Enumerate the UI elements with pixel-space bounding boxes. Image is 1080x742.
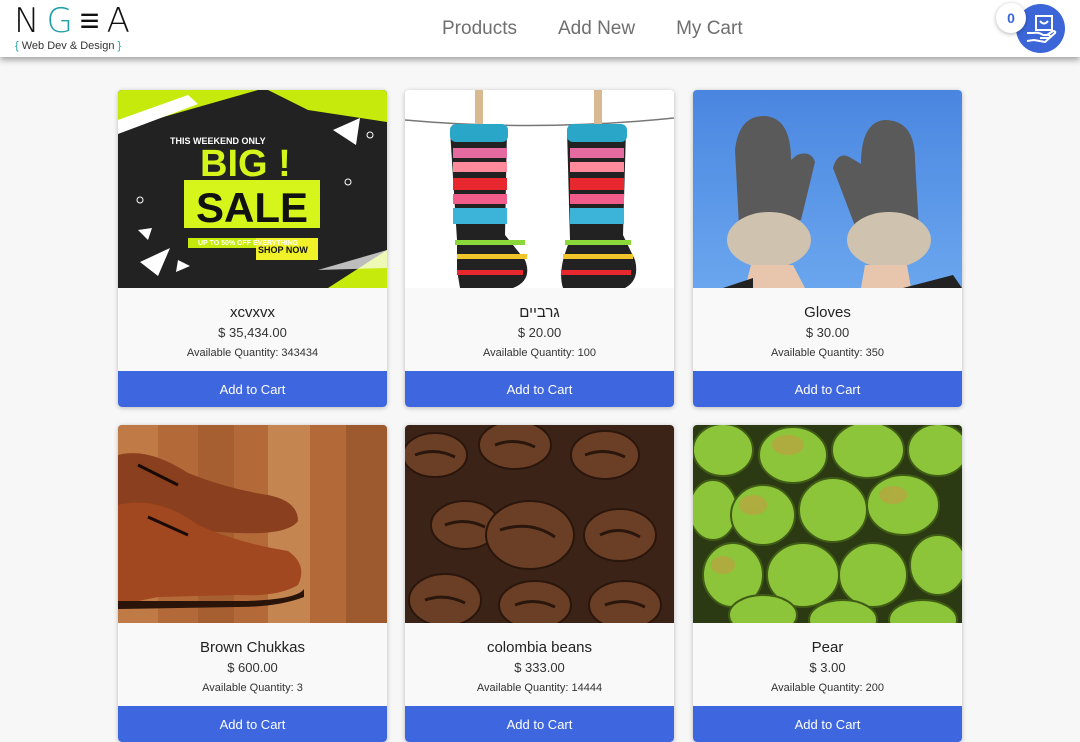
product-quantity: Available Quantity: 343434: [186, 347, 319, 359]
add-to-cart-button[interactable]: Add to Cart: [118, 371, 387, 407]
product-price: $ 20.00: [517, 325, 562, 340]
main-nav: Products Add New My Cart: [442, 18, 784, 40]
nav-my-cart[interactable]: My Cart: [676, 18, 743, 40]
add-to-cart-button[interactable]: Add to Cart: [405, 706, 674, 742]
product-price: $ 35,434.00: [218, 325, 287, 340]
product-quantity: Available Quantity: 200: [771, 682, 884, 694]
logo-wordmark: NG≡A: [14, 1, 137, 41]
product-card: גרביים $ 20.00 Available Quantity: 100 A…: [405, 90, 674, 407]
product-name: Pear: [811, 639, 844, 656]
product-price: $ 30.00: [805, 325, 850, 340]
product-image: [405, 90, 674, 288]
product-image: [693, 90, 962, 288]
product-name: Gloves: [804, 304, 851, 321]
product-quantity: Available Quantity: 100: [483, 347, 596, 359]
product-image: [118, 425, 387, 623]
product-image: THIS WEEKEND ONLY BIG ! SALE UP TO 50% O…: [118, 90, 387, 288]
cart-count-badge: 0: [996, 3, 1026, 33]
brown-shoes-image: [118, 425, 387, 623]
product-card: colombia beans $ 333.00 Available Quanti…: [405, 425, 674, 742]
product-card: Brown Chukkas $ 600.00 Available Quantit…: [118, 425, 387, 742]
banner-big: BIG !: [200, 143, 291, 185]
brand-logo[interactable]: NG≡A { Web Dev & Design }: [14, 3, 130, 55]
product-price: $ 333.00: [514, 660, 565, 675]
product-price: $ 3.00: [809, 660, 846, 675]
pears-image: [693, 425, 962, 623]
banner-sale: SALE: [196, 184, 308, 231]
hand-cart-icon: [1026, 15, 1057, 43]
product-name: colombia beans: [486, 639, 593, 656]
big-sale-banner-image: THIS WEEKEND ONLY BIG ! SALE UP TO 50% O…: [118, 90, 387, 288]
top-navbar: NG≡A { Web Dev & Design } Products Add N…: [0, 0, 1080, 57]
socks-image: [405, 90, 674, 288]
product-quantity: Available Quantity: 14444: [476, 682, 603, 694]
mittens-image: [693, 90, 962, 288]
nav-add-new[interactable]: Add New: [558, 18, 635, 40]
product-name: xcvxvx: [230, 304, 275, 321]
banner-cta: SHOP NOW: [258, 245, 308, 255]
product-image: [405, 425, 674, 623]
product-card: Pear $ 3.00 Available Quantity: 200 Add …: [693, 425, 962, 742]
logo-tagline: { Web Dev & Design }: [15, 40, 122, 52]
add-to-cart-button[interactable]: Add to Cart: [693, 371, 962, 407]
coffee-beans-image: [405, 425, 674, 623]
product-card: Gloves $ 30.00 Available Quantity: 350 A…: [693, 90, 962, 407]
add-to-cart-button[interactable]: Add to Cart: [118, 706, 387, 742]
add-to-cart-button[interactable]: Add to Cart: [405, 371, 674, 407]
product-price: $ 600.00: [227, 660, 278, 675]
product-quantity: Available Quantity: 3: [202, 682, 303, 694]
nav-products[interactable]: Products: [442, 18, 517, 40]
product-quantity: Available Quantity: 350: [771, 347, 884, 359]
product-name: גרביים: [519, 304, 560, 321]
product-card: THIS WEEKEND ONLY BIG ! SALE UP TO 50% O…: [118, 90, 387, 407]
add-to-cart-button[interactable]: Add to Cart: [693, 706, 962, 742]
product-image: [693, 425, 962, 623]
product-name: Brown Chukkas: [199, 639, 306, 656]
